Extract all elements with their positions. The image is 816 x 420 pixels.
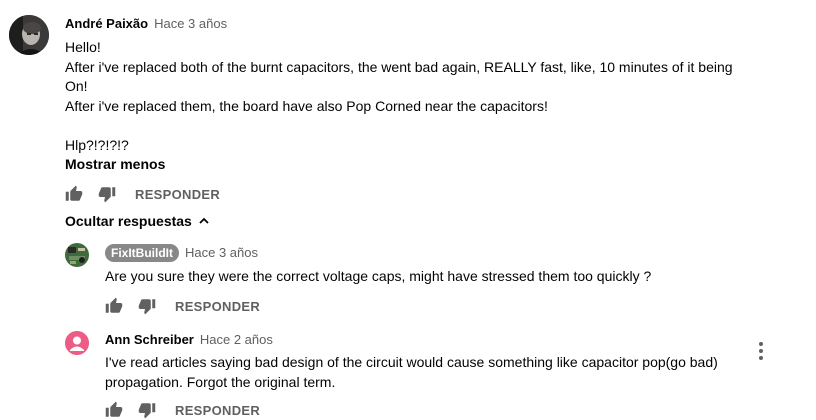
comment-text: Hello! After i've replaced both of the b… (65, 39, 733, 153)
comment-author[interactable]: Ann Schreiber (105, 332, 194, 347)
user-photo-icon (9, 15, 49, 55)
more-actions-icon[interactable] (751, 339, 771, 363)
avatar[interactable] (65, 331, 89, 355)
comment-text: Are you sure they were the correct volta… (105, 268, 652, 284)
comment-timestamp[interactable]: Hace 3 años (154, 16, 227, 31)
comment-author[interactable]: FixItBuildIt (105, 244, 179, 262)
chevron-up-icon (198, 215, 210, 227)
person-icon (65, 331, 89, 355)
thumb-down-icon[interactable] (97, 184, 117, 204)
reply-button[interactable]: RESPONDER (175, 299, 260, 314)
avatar[interactable] (65, 243, 89, 267)
hide-replies-button[interactable]: Ocultar respuestas (65, 213, 210, 229)
comment-header: FixItBuildIt Hace 3 años (105, 244, 258, 262)
reply-button[interactable]: RESPONDER (135, 187, 220, 202)
thumb-up-icon[interactable] (64, 184, 84, 204)
thumb-up-icon[interactable] (104, 296, 124, 316)
comment-timestamp[interactable]: Hace 2 años (200, 332, 273, 347)
comment-actions: RESPONDER (104, 296, 260, 316)
thumb-up-icon[interactable] (104, 400, 124, 420)
comment-header: André Paixão Hace 3 años (65, 16, 227, 31)
show-less-button[interactable]: Mostrar menos (65, 156, 165, 172)
comment-header: Ann Schreiber Hace 2 años (105, 332, 273, 347)
comment-author[interactable]: André Paixão (65, 16, 148, 31)
thumb-down-icon[interactable] (137, 296, 157, 316)
hide-replies-label: Ocultar respuestas (65, 213, 192, 229)
reply-button[interactable]: RESPONDER (175, 403, 260, 418)
avatar[interactable] (9, 15, 49, 55)
comment-timestamp[interactable]: Hace 3 años (185, 245, 258, 260)
comment-text: I've read articles saying bad design of … (105, 354, 722, 390)
circuit-board-icon (65, 243, 89, 267)
comment-actions: RESPONDER (104, 400, 260, 420)
comment-actions: RESPONDER (64, 184, 220, 204)
thumb-down-icon[interactable] (137, 400, 157, 420)
